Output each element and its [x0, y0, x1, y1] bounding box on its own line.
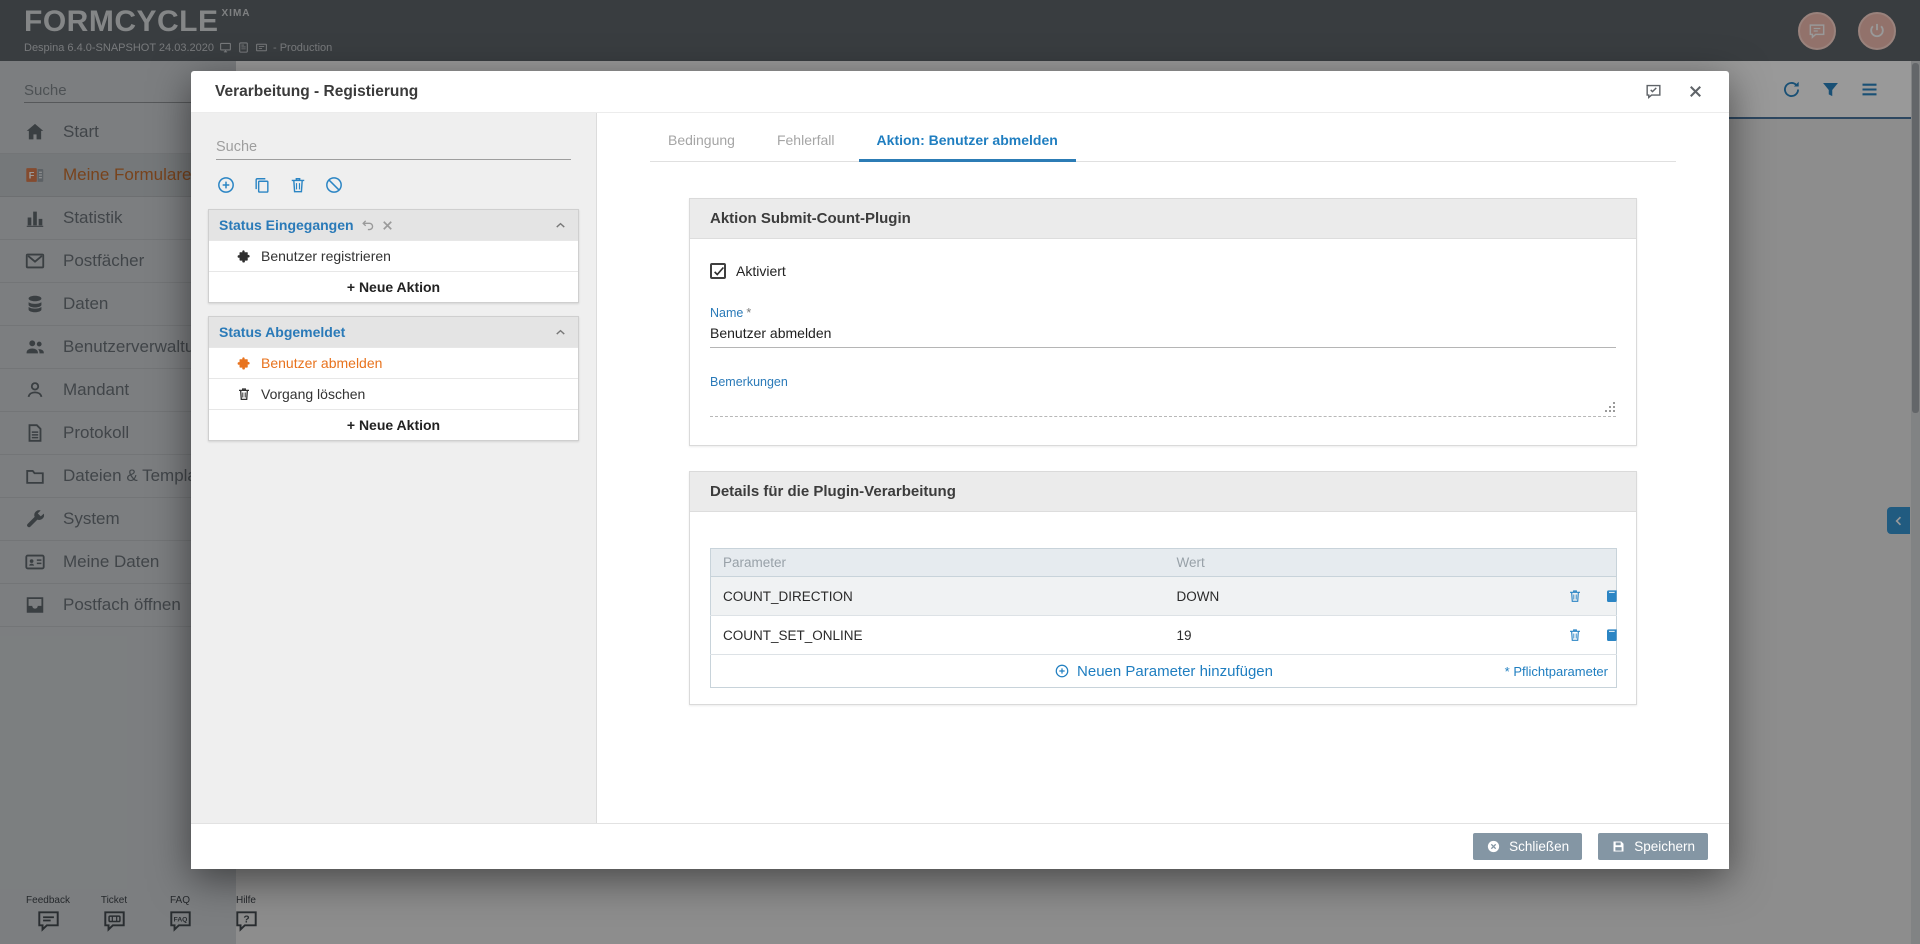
delete-icon[interactable] — [288, 175, 308, 195]
parameter-value: DOWN — [1165, 577, 1537, 616]
parameter-row: COUNT_SET_ONLINE 19 — [711, 616, 1617, 655]
delete-parameter-icon[interactable] — [1567, 588, 1583, 604]
status-group-header[interactable]: Status Abgemeldet — [209, 317, 578, 347]
name-label: Name* — [710, 306, 1616, 320]
status-groups: Status Eingegangen Benutzer registrieren… — [208, 209, 579, 441]
name-input[interactable] — [710, 320, 1616, 348]
required-mark: * — [746, 306, 751, 320]
parameter-value: 19 — [1165, 616, 1537, 655]
tab-label: Aktion: Benutzer abmelden — [877, 132, 1058, 148]
circle-x-icon — [1486, 839, 1501, 854]
status-group-title: Status Abgemeldet — [219, 324, 345, 340]
details-panel: Details für die Plugin-Verarbeitung Para… — [689, 471, 1637, 705]
tab-bedingung[interactable]: Bedingung — [650, 123, 753, 162]
processing-dialog: Verarbeitung - Registierung Status Einge… — [191, 71, 1729, 869]
feedback-comment-icon[interactable] — [1644, 82, 1663, 101]
status-group-title: Status Eingegangen — [219, 217, 354, 233]
new-action-button[interactable]: + Neue Aktion — [209, 271, 578, 302]
add-parameter-button[interactable]: Neuen Parameter hinzufügen — [711, 655, 1616, 687]
action-editor: Bedingung Fehlerfall Aktion: Benutzer ab… — [597, 113, 1729, 823]
required-parameter-note: * Pflichtparameter — [1505, 655, 1608, 687]
chevron-up-icon[interactable] — [553, 218, 568, 233]
add-status-icon[interactable] — [216, 175, 236, 195]
copy-icon[interactable] — [252, 175, 272, 195]
ban-icon[interactable] — [324, 175, 344, 195]
remove-status-icon[interactable] — [380, 218, 395, 233]
save-button[interactable]: Speichern — [1598, 833, 1708, 860]
resize-handle-icon[interactable] — [1605, 402, 1616, 413]
action-panel-title: Aktion Submit-Count-Plugin — [690, 199, 1636, 239]
close-icon[interactable] — [1686, 82, 1705, 101]
plus-circle-icon — [1054, 663, 1070, 679]
trash-icon — [236, 386, 252, 402]
dialog-header: Verarbeitung - Registierung — [191, 71, 1729, 113]
workflow-panel: Status Eingegangen Benutzer registrieren… — [191, 113, 597, 823]
action-item-vorgang-löschen[interactable]: Vorgang löschen — [209, 378, 578, 409]
tab-fehlerfall[interactable]: Fehlerfall — [759, 123, 853, 162]
check-icon — [712, 264, 726, 278]
dialog-footer: Schließen Speichern — [191, 823, 1729, 869]
close-button-label: Schließen — [1509, 839, 1569, 854]
add-parameter-label: Neuen Parameter hinzufügen — [1077, 663, 1273, 680]
parameter-row: COUNT_DIRECTION DOWN — [711, 577, 1617, 616]
tab-label: Fehlerfall — [777, 132, 835, 148]
new-action-button[interactable]: + Neue Aktion — [209, 409, 578, 440]
column-header-parameter: Parameter — [711, 549, 1165, 577]
action-panel: Aktion Submit-Count-Plugin Aktiviert Nam… — [689, 198, 1637, 446]
workflow-toolbar — [216, 175, 596, 195]
delete-parameter-icon[interactable] — [1567, 627, 1583, 643]
undo-icon[interactable] — [361, 218, 376, 233]
close-button[interactable]: Schließen — [1473, 833, 1582, 860]
column-header-wert: Wert — [1165, 549, 1537, 577]
tab-strip: Bedingung Fehlerfall Aktion: Benutzer ab… — [650, 113, 1676, 162]
puzzle-icon — [236, 355, 252, 371]
enabled-label: Aktiviert — [736, 263, 786, 279]
tab-aktion-benutzer-abmelden[interactable]: Aktion: Benutzer abmelden — [859, 123, 1076, 162]
placeholder-book-icon[interactable] — [1604, 588, 1620, 604]
tab-label: Bedingung — [668, 132, 735, 148]
status-group-status-eingegangen: Status Eingegangen Benutzer registrieren… — [208, 209, 579, 303]
remarks-textarea[interactable] — [710, 391, 1616, 417]
status-group-status-abgemeldet: Status Abgemeldet Benutzer abmelden Vorg… — [208, 316, 579, 441]
action-item-benutzer-registrieren[interactable]: Benutzer registrieren — [209, 240, 578, 271]
enabled-checkbox-row[interactable]: Aktiviert — [710, 263, 1616, 279]
action-item-label: Vorgang löschen — [261, 386, 365, 402]
action-item-label: Benutzer registrieren — [261, 248, 391, 264]
chevron-up-icon[interactable] — [553, 325, 568, 340]
puzzle-icon — [236, 248, 252, 264]
details-panel-title: Details für die Plugin-Verarbeitung — [690, 472, 1636, 512]
checkbox-checked-icon[interactable] — [710, 263, 726, 279]
workflow-search-input[interactable] — [216, 135, 571, 160]
dialog-title: Verarbeitung - Registierung — [215, 83, 418, 101]
remarks-label: Bemerkungen — [710, 375, 1616, 389]
action-item-benutzer-abmelden[interactable]: Benutzer abmelden — [209, 347, 578, 378]
parameter-table: Parameter Wert COUNT_DIRECTION DOWN COUN… — [710, 548, 1617, 688]
parameter-name: COUNT_SET_ONLINE — [711, 616, 1165, 655]
placeholder-book-icon[interactable] — [1604, 627, 1620, 643]
save-floppy-icon — [1611, 839, 1626, 854]
parameter-name: COUNT_DIRECTION — [711, 577, 1165, 616]
action-item-label: Benutzer abmelden — [261, 355, 382, 371]
status-group-header[interactable]: Status Eingegangen — [209, 210, 578, 240]
save-button-label: Speichern — [1634, 839, 1695, 854]
